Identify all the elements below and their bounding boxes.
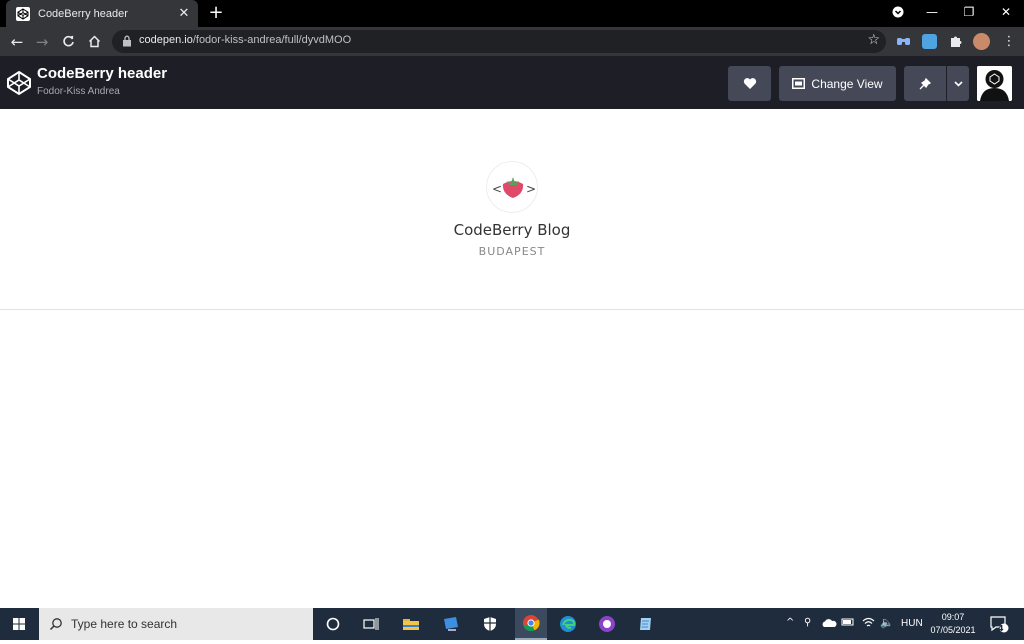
- chevron-down-icon: [953, 80, 963, 87]
- battery-icon[interactable]: [841, 617, 855, 630]
- pin-icon: [919, 77, 931, 89]
- restore-button[interactable]: ❐: [951, 0, 987, 24]
- blog-city: BUDAPEST: [478, 245, 546, 258]
- svg-text:<: <: [492, 182, 502, 196]
- notepad-icon[interactable]: [634, 612, 658, 636]
- profile-avatar[interactable]: [973, 33, 990, 50]
- notification-count: 4: [998, 624, 1004, 633]
- url-domain: codepen.io: [139, 34, 193, 46]
- extensions-puzzle-icon[interactable]: [948, 34, 963, 49]
- svg-text:>: >: [526, 182, 536, 196]
- windows-logo-icon: [13, 618, 25, 630]
- minimize-button[interactable]: —: [914, 0, 950, 24]
- cortana-icon[interactable]: [321, 612, 345, 636]
- search-icon: [49, 618, 62, 631]
- clock-date: 07/05/2021: [930, 625, 976, 635]
- forward-icon[interactable]: →: [31, 31, 53, 53]
- codepen-logo-icon[interactable]: [6, 70, 32, 96]
- extension-binoculars-icon[interactable]: [896, 34, 911, 49]
- heart-icon: [743, 78, 756, 89]
- codepen-favicon-icon: [16, 6, 30, 21]
- header-divider: [0, 309, 1024, 310]
- task-view-icon[interactable]: [359, 612, 383, 636]
- reload-icon[interactable]: [57, 31, 79, 53]
- system-clock[interactable]: 09:07 07/05/2021: [926, 611, 980, 637]
- network-plug-icon[interactable]: ⚲: [804, 617, 811, 628]
- browser-tab[interactable]: CodeBerry header ✕: [6, 0, 198, 27]
- taskbar-search[interactable]: Type here to search: [39, 608, 313, 640]
- codeberry-logo[interactable]: < >: [486, 161, 538, 213]
- change-view-button[interactable]: Change View: [779, 66, 896, 101]
- url-path: /fodor-kiss-andrea/full/dyvdMOO: [192, 34, 352, 46]
- file-explorer-icon[interactable]: [399, 612, 423, 636]
- pen-preview: < > CodeBerry Blog BUDAPEST: [0, 109, 1024, 608]
- like-button[interactable]: [728, 66, 771, 101]
- github-desktop-icon[interactable]: [595, 612, 619, 636]
- pen-title: CodeBerry header: [37, 65, 168, 82]
- start-button[interactable]: [0, 608, 38, 640]
- chrome-taskbar-icon[interactable]: [515, 608, 547, 640]
- bookmark-star-icon[interactable]: ☆: [867, 32, 880, 48]
- pen-author[interactable]: Fodor-Kiss Andrea: [37, 86, 120, 97]
- url-text: codepen.io/fodor-kiss-andrea/full/dyvdMO…: [139, 34, 351, 46]
- pin-dropdown-button[interactable]: [947, 66, 969, 101]
- security-shield-icon[interactable]: [478, 612, 502, 636]
- volume-icon[interactable]: 🔈: [880, 616, 894, 629]
- user-avatar[interactable]: [977, 66, 1012, 101]
- onedrive-icon[interactable]: [821, 618, 837, 631]
- edge-icon[interactable]: [556, 612, 580, 636]
- close-window-button[interactable]: ✕: [988, 0, 1024, 24]
- show-hidden-icons-icon[interactable]: ^: [786, 617, 794, 628]
- strawberry-code-icon: < >: [492, 177, 536, 198]
- blog-name: CodeBerry Blog: [453, 221, 571, 239]
- remote-desktop-icon[interactable]: [439, 612, 463, 636]
- windows-taskbar: Type here to search ^ ⚲ 🔈 HUN 09:07 07/0…: [0, 608, 1024, 640]
- browser-tab-strip: CodeBerry header ✕ + — ❐ ✕: [0, 0, 1024, 27]
- change-view-label: Change View: [811, 76, 883, 91]
- back-icon[interactable]: ←: [6, 31, 28, 53]
- profile-menu-icon[interactable]: [880, 0, 916, 24]
- browser-toolbar: ← → codepen.io/fodor-kiss-andrea/full/dy…: [0, 27, 1024, 56]
- wifi-icon[interactable]: [862, 617, 875, 631]
- clock-time: 09:07: [941, 612, 965, 622]
- tab-title: CodeBerry header: [38, 7, 128, 20]
- tab-close-icon[interactable]: ✕: [174, 6, 194, 21]
- language-indicator[interactable]: HUN: [901, 618, 923, 629]
- change-view-icon: [792, 78, 806, 89]
- search-placeholder: Type here to search: [71, 617, 178, 631]
- home-icon[interactable]: [83, 31, 105, 53]
- address-bar[interactable]: codepen.io/fodor-kiss-andrea/full/dyvdMO…: [112, 30, 886, 53]
- codepen-header: CodeBerry header Fodor-Kiss Andrea Chang…: [0, 56, 1024, 109]
- browser-menu-icon[interactable]: ⋮: [998, 31, 1020, 53]
- extension-blue-icon[interactable]: [922, 34, 937, 49]
- new-tab-button[interactable]: +: [206, 3, 226, 23]
- lock-icon: [123, 35, 131, 47]
- pin-button[interactable]: [904, 66, 946, 101]
